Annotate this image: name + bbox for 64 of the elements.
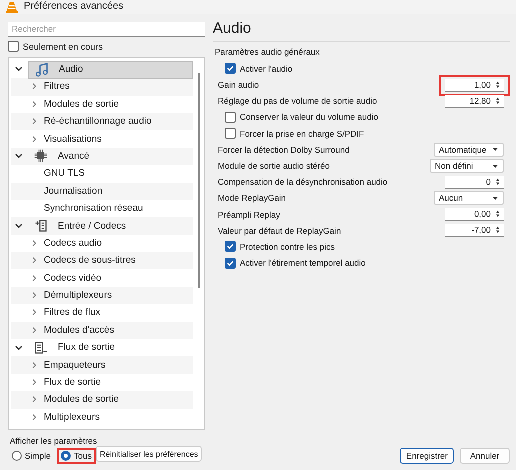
radio-label: Tous <box>74 451 92 461</box>
caret-icon <box>492 164 499 169</box>
checkbox[interactable] <box>8 41 19 52</box>
tree-item[interactable]: Flux de sortie <box>44 377 102 388</box>
spin-box[interactable]: -7,00 <box>445 224 504 238</box>
chip-icon <box>34 149 48 164</box>
dropdown[interactable]: Non défini <box>430 159 504 174</box>
checkbox-label: Forcer la prise en charge S/PDIF <box>240 128 364 139</box>
setting-label: Module de sortie audio stéréo <box>217 161 330 172</box>
dialog-button[interactable]: Enregistrer <box>400 448 454 464</box>
spin-box[interactable]: 0 <box>445 176 504 189</box>
checkbox[interactable] <box>225 258 236 269</box>
tree-item[interactable]: Multiplexeurs <box>44 412 100 423</box>
dialog-button[interactable]: Annuler <box>460 448 510 464</box>
tree-item[interactable]: Codecs vidéo <box>44 272 102 284</box>
tree-item[interactable]: Audio <box>28 60 193 78</box>
checkbox[interactable] <box>225 63 236 74</box>
caret-icon <box>492 147 499 152</box>
checkbox-label: Seulement en cours <box>23 42 104 52</box>
radio-button[interactable] <box>60 451 71 461</box>
dropdown[interactable]: Aucun <box>434 191 504 206</box>
tree-item[interactable]: Codecs audio <box>44 238 102 249</box>
checkbox-label: Activer l'audio <box>240 64 293 74</box>
checkbox[interactable] <box>225 128 236 140</box>
tree-item[interactable]: Visualisations <box>44 134 102 145</box>
checkbox[interactable] <box>225 112 236 123</box>
group-label: Afficher les paramètres <box>9 436 98 446</box>
setting-label: Préampli Replay <box>217 210 280 220</box>
spin-box[interactable]: 12,80 <box>445 94 504 108</box>
tree-item[interactable]: Synchronisation réseau <box>44 203 144 214</box>
checkbox-label: Activer l'étirement temporel audio <box>240 258 366 268</box>
checkbox-label: Conserver la valeur du volume audio <box>240 112 378 122</box>
window-title: Préférences avancées <box>24 1 124 12</box>
chevron-icon[interactable] <box>15 344 23 352</box>
checkbox[interactable] <box>225 241 236 252</box>
setting-label: Mode ReplayGain <box>217 193 286 204</box>
scrollbar-thumb[interactable] <box>198 72 200 288</box>
tree-item[interactable]: Filtres <box>44 81 70 92</box>
tree-item[interactable]: Flux de sortie <box>28 340 193 356</box>
chevron-icon[interactable] <box>15 65 23 74</box>
chevron-icon[interactable] <box>15 222 23 230</box>
panel-title: Audio <box>213 20 510 42</box>
setting-label: Forcer la détection Dolby Surround <box>217 144 350 155</box>
music-note-icon <box>35 62 49 76</box>
dropdown[interactable]: Automatique <box>434 142 504 157</box>
reset-button[interactable]: Réinitialiser les préférences <box>96 446 202 462</box>
setting-label: Valeur par défaut de ReplayGain <box>217 226 342 236</box>
search-field[interactable]: Rechercher <box>8 22 205 37</box>
tree-item[interactable]: Filtres de flux <box>44 307 100 318</box>
caret-icon <box>492 196 499 201</box>
tree-item[interactable]: Modules de sortie <box>44 98 119 110</box>
setting-label: Réglage du pas de volume de sortie audio <box>217 96 378 106</box>
codec-icon <box>34 219 48 233</box>
spin-box[interactable]: 0,00 <box>445 208 504 222</box>
radio-button[interactable] <box>12 451 22 461</box>
section-heading: Paramètres audio généraux <box>215 46 321 57</box>
spin-box[interactable]: 1,00 <box>445 78 504 92</box>
setting-label: Gain audio <box>217 80 260 90</box>
film-output-icon <box>34 340 48 355</box>
setting-label: Compensation de la désynchronisation audio <box>217 177 388 188</box>
chevron-icon[interactable] <box>15 152 23 160</box>
checkbox-label: Protection contre les pics <box>240 242 335 252</box>
tree-item[interactable]: GNU TLS <box>44 168 86 180</box>
radio-label: Simple <box>25 451 51 461</box>
